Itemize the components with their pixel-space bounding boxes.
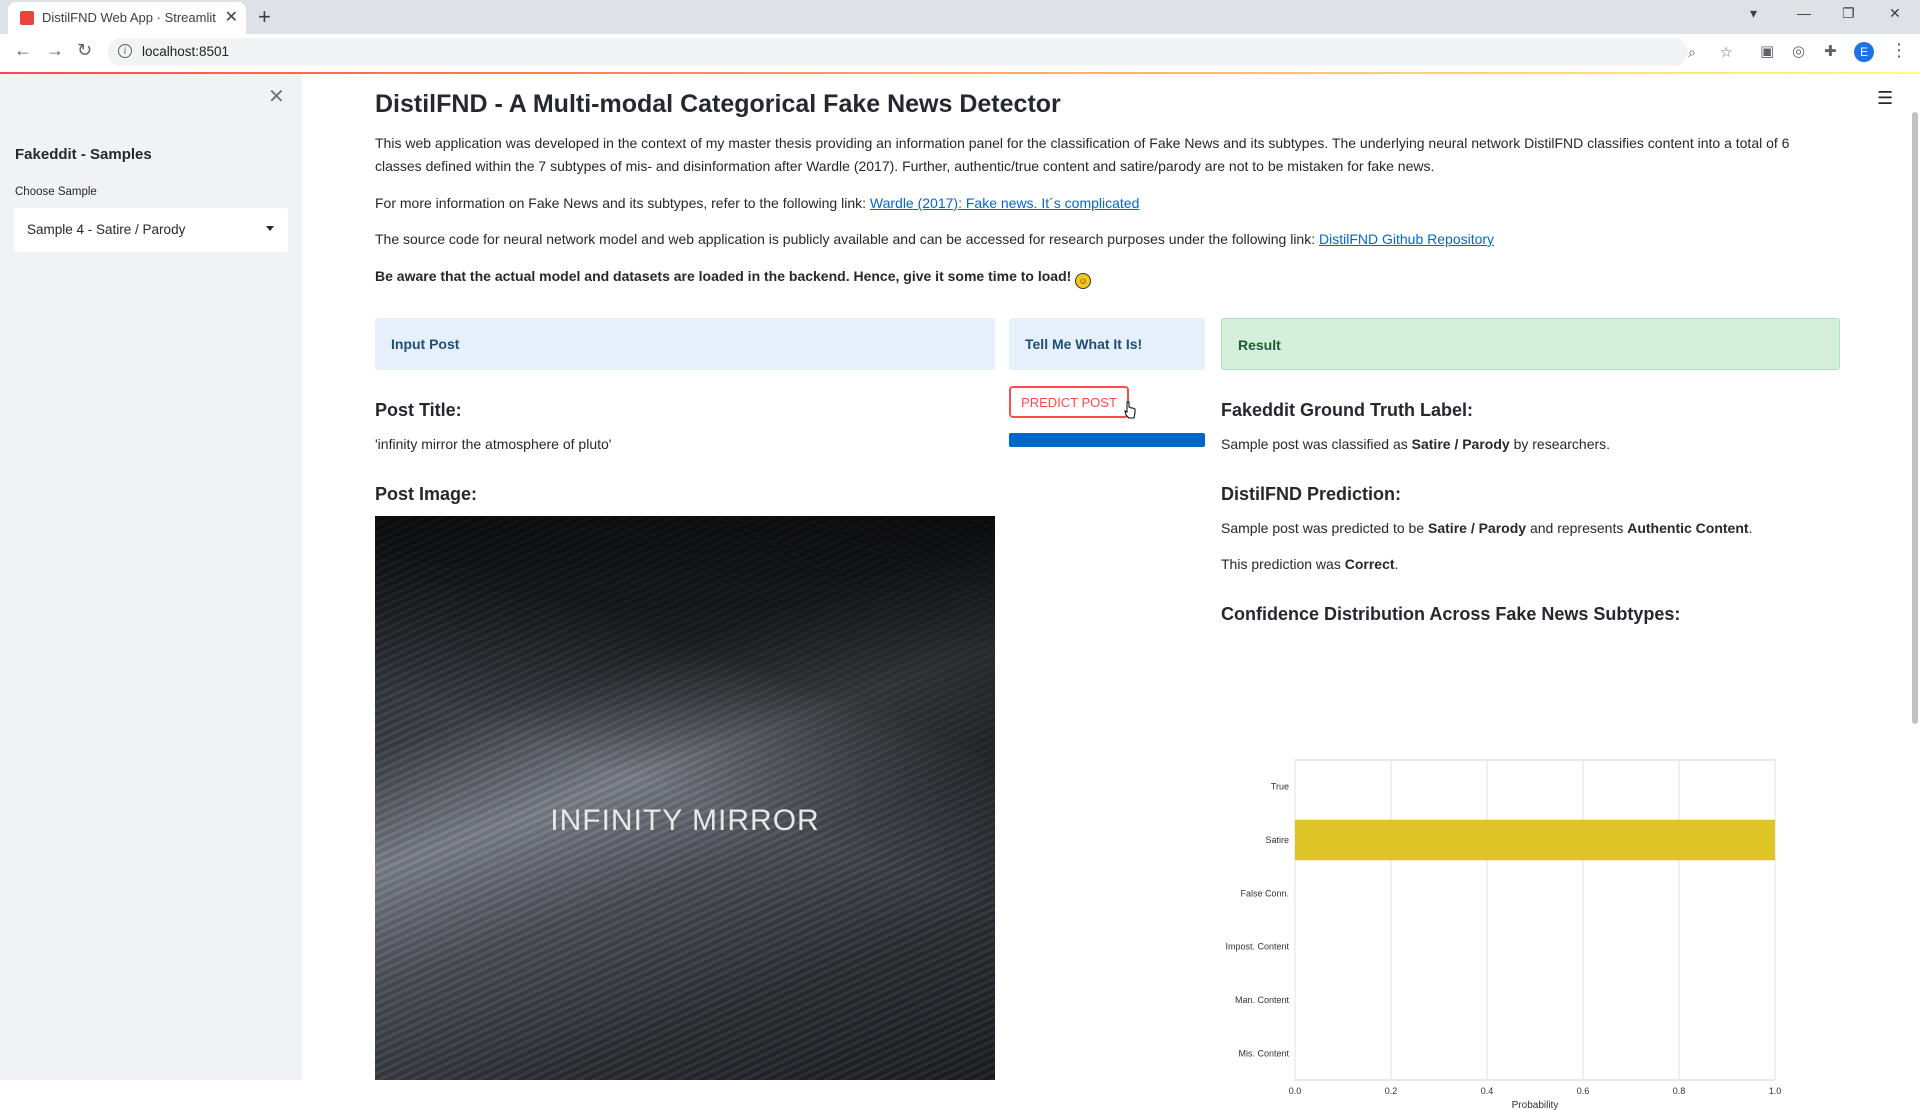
- pred-prefix: Sample post was predicted to be: [1221, 520, 1429, 536]
- x-tick-label: 0.0: [1289, 1086, 1302, 1096]
- result-panel: Result: [1221, 318, 1840, 370]
- browser-tabstrip: DistilFND Web App · Streamlit ✕ + ▾ — ❐ …: [0, 0, 1920, 34]
- sample-select[interactable]: Sample 4 - Satire / Parody: [14, 208, 288, 252]
- ground-truth-heading: Fakeddit Ground Truth Label:: [1221, 400, 1473, 420]
- x-tick-label: 0.6: [1577, 1086, 1590, 1096]
- restore-icon[interactable]: ❐: [1842, 5, 1855, 22]
- gt-label: Satire / Parody: [1411, 436, 1510, 452]
- reload-icon[interactable]: ↻: [77, 40, 92, 61]
- sample-select-value[interactable]: Sample 4 - Satire / Parody: [27, 222, 185, 237]
- tab-search-icon[interactable]: ▾: [1750, 5, 1757, 22]
- y-tick-label: Mis. Content: [1238, 1048, 1289, 1058]
- y-tick-label: Man. Content: [1235, 995, 1290, 1005]
- extension-2-icon[interactable]: ◎: [1792, 42, 1805, 60]
- x-tick-label: 0.8: [1673, 1086, 1686, 1096]
- prediction-progress-bar: [1009, 433, 1205, 447]
- chevron-down-icon[interactable]: [266, 226, 274, 231]
- y-tick-label: False Conn.: [1240, 888, 1289, 898]
- wardle-link[interactable]: Wardle (2017): Fake news. It´s complicat…: [870, 195, 1139, 211]
- tab-close-icon[interactable]: ✕: [225, 7, 238, 27]
- x-tick-label: 0.4: [1481, 1086, 1494, 1096]
- confidence-heading: Confidence Distribution Across Fake News…: [1221, 604, 1681, 624]
- page-title: DistilFND - A Multi-modal Categorical Fa…: [375, 90, 1061, 118]
- smile-emoji-icon: ☺: [1075, 273, 1092, 289]
- sidebar-title: Fakeddit - Samples: [15, 146, 152, 163]
- page-scrollbar[interactable]: [1912, 112, 1918, 724]
- warning-text: Be aware that the actual model and datas…: [375, 268, 1072, 284]
- window-close-icon[interactable]: ✕: [1889, 5, 1901, 22]
- predict-post-button[interactable]: PREDICT POST: [1009, 386, 1129, 418]
- new-tab-icon[interactable]: +: [258, 4, 271, 30]
- source-paragraph: The source code for neural network model…: [375, 228, 1840, 251]
- url-text[interactable]: localhost:8501: [142, 44, 229, 59]
- prediction-heading: DistilFND Prediction:: [1221, 484, 1402, 504]
- sidebar-close-icon[interactable]: ✕: [268, 84, 285, 109]
- bar-satire: [1295, 819, 1775, 861]
- prediction-text: Sample post was predicted to be Satire /…: [1221, 520, 1752, 536]
- streamlit-favicon-icon: [20, 11, 34, 25]
- pred-category: Authentic Content: [1627, 520, 1749, 536]
- minimize-icon[interactable]: —: [1797, 5, 1811, 21]
- confidence-bar-chart: 0.0 0.2 0.4 0.6 0.8 1.0 True Satire False Conn. I…: [1225, 759, 1782, 1110]
- pred-label: Satire / Parody: [1428, 520, 1527, 536]
- correct-prefix: This prediction was: [1221, 556, 1345, 572]
- intro-paragraph: This web application was developed in th…: [375, 135, 1790, 174]
- info-paragraph: For more information on Fake News and it…: [375, 192, 1840, 215]
- post-image-heading: Post Image:: [375, 484, 478, 504]
- info-prefix: For more information on Fake News and it…: [375, 195, 870, 211]
- sidebar: ✕ Fakeddit - Samples Choose Sample Sampl…: [0, 74, 302, 1080]
- input-post-label: Input Post: [391, 336, 460, 352]
- gt-prefix: Sample post was classified as: [1221, 436, 1412, 452]
- hand-cursor-icon: [1124, 401, 1136, 419]
- source-prefix: The source code for neural network model…: [375, 231, 1319, 247]
- x-tick-label: 1.0: [1769, 1086, 1782, 1096]
- correct-end: .: [1394, 556, 1399, 572]
- x-tick-label: 0.2: [1385, 1086, 1398, 1096]
- input-post-panel: Input Post: [375, 318, 995, 370]
- github-link[interactable]: DistilFND Github Repository: [1319, 231, 1494, 247]
- extension-icon[interactable]: ▣: [1760, 42, 1774, 60]
- plot-area: [1294, 759, 1776, 1081]
- browser-menu-icon[interactable]: ⋮: [1890, 40, 1908, 61]
- tell-me-panel: Tell Me What It Is!: [1009, 318, 1205, 370]
- site-info-icon[interactable]: i: [118, 44, 132, 58]
- correctness-text: This prediction was Correct.: [1221, 556, 1398, 572]
- post-title-heading: Post Title:: [375, 400, 462, 420]
- result-label: Result: [1238, 337, 1281, 353]
- tell-me-label: Tell Me What It Is!: [1025, 336, 1143, 352]
- ground-truth-text: Sample post was classified as Satire / P…: [1221, 436, 1610, 452]
- gt-suffix: by researchers.: [1509, 436, 1611, 452]
- y-tick-label: Satire: [1265, 835, 1289, 845]
- forward-icon[interactable]: →: [46, 40, 64, 61]
- progress-fill: [1009, 433, 1205, 447]
- address-bar[interactable]: i localhost:8501 ⌕ ☆: [108, 38, 1733, 66]
- post-image: INFINITY MIRROR: [375, 516, 995, 1080]
- pred-end: .: [1748, 520, 1753, 536]
- bookmark-star-icon[interactable]: ☆: [1720, 44, 1733, 61]
- post-image-shadow: [375, 516, 995, 1080]
- post-image-caption: INFINITY MIRROR: [550, 804, 820, 837]
- post-title-value: 'infinity mirror the atmosphere of pluto…: [375, 436, 612, 452]
- tab-title: DistilFND Web App · Streamlit: [42, 10, 216, 25]
- browser-toolbar: ← → ↻ i localhost:8501 ⌕ ☆: [0, 34, 1920, 73]
- y-tick-label: True: [1271, 782, 1289, 792]
- sample-select-label: Choose Sample: [15, 186, 97, 198]
- y-tick-label: Impost. Content: [1225, 942, 1289, 952]
- back-icon[interactable]: ←: [14, 40, 32, 61]
- hamburger-menu-icon[interactable]: ☰: [1877, 88, 1893, 109]
- correct-value: Correct: [1344, 556, 1395, 572]
- warning-paragraph: Be aware that the actual model and datas…: [375, 265, 1840, 289]
- x-axis-label: Probability: [1512, 1100, 1559, 1110]
- browser-tab[interactable]: DistilFND Web App · Streamlit ✕: [8, 2, 246, 34]
- extensions-puzzle-icon[interactable]: ✚: [1824, 42, 1837, 60]
- profile-avatar[interactable]: E: [1854, 42, 1874, 62]
- pred-mid: and represents: [1526, 520, 1628, 536]
- zoom-icon[interactable]: ⌕: [1688, 44, 1696, 61]
